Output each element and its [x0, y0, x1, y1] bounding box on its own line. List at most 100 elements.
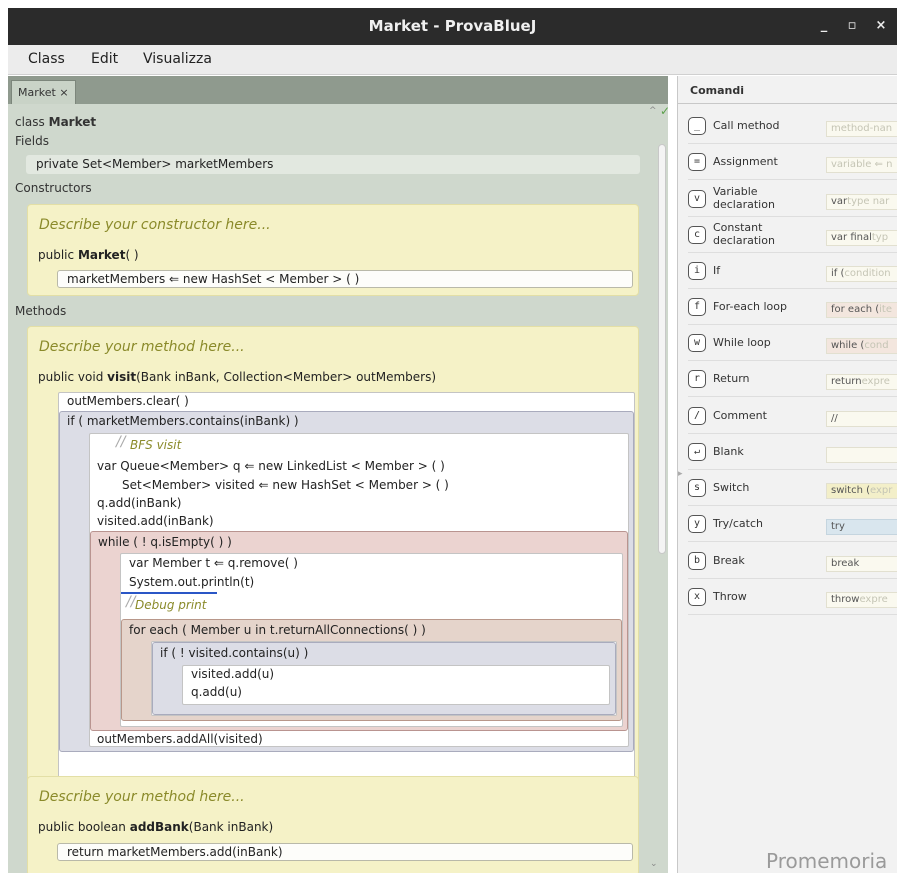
clear-statement[interactable]: outMembers.clear( )	[67, 394, 189, 408]
promemoria-label[interactable]: Promemoria	[766, 849, 887, 873]
command-row[interactable]: y Try/catch try	[688, 506, 897, 542]
inner-if-condition[interactable]: if ( ! visited.contains(u) )	[160, 646, 308, 660]
tab-label: Market	[18, 86, 56, 99]
while-body[interactable]: var Member t ⇐ q.remove( ) System.out.pr…	[120, 553, 623, 727]
foreach-block[interactable]: for each ( Member u in t.returnAllConnec…	[121, 619, 622, 721]
shortcut-key-icon: ↵	[688, 443, 706, 461]
q-add-u-statement[interactable]: q.add(u)	[191, 685, 242, 699]
addall-statement[interactable]: outMembers.addAll(visited)	[97, 732, 263, 746]
command-label: Constant declaration	[713, 221, 775, 247]
preview-keyword: //	[831, 413, 838, 424]
inner-if-body[interactable]: visited.add(u) q.add(u)	[182, 665, 610, 705]
preview-placeholder: type nar	[847, 196, 890, 207]
command-preview: throwexpre	[826, 592, 897, 608]
addbank-comment[interactable]: Describe your method here...	[39, 789, 245, 805]
visited-add-u-statement[interactable]: visited.add(u)	[191, 667, 274, 681]
constructor-body-line[interactable]: marketMembers ⇐ new HashSet < Member > (…	[57, 270, 633, 288]
command-label: Break	[713, 554, 745, 567]
tab-strip: Market ×	[8, 76, 668, 104]
preview-keyword: break	[831, 558, 860, 569]
field-declaration[interactable]: private Set<Member> marketMembers	[36, 157, 273, 171]
command-preview: while (cond	[826, 338, 897, 354]
if-condition[interactable]: if ( marketMembers.contains(inBank) )	[67, 414, 299, 428]
foreach-header[interactable]: for each ( Member u in t.returnAllConnec…	[129, 623, 426, 637]
command-row[interactable]: c Constant declaration var finaltyp	[688, 217, 897, 253]
menu-class[interactable]: Class	[28, 51, 65, 67]
shortcut-key-icon: =	[688, 153, 706, 171]
preview-placeholder: expre	[861, 376, 890, 387]
minimize-button[interactable]: _	[814, 16, 834, 36]
menu-bar: Class Edit Visualizza	[8, 45, 897, 75]
menu-visualizza[interactable]: Visualizza	[143, 51, 212, 67]
command-label: Assignment	[713, 155, 778, 168]
command-preview: switch (expr	[826, 483, 897, 499]
command-row[interactable]: / Comment //	[688, 398, 897, 434]
command-row[interactable]: _ Call method method-nan	[688, 108, 897, 144]
shortcut-key-icon: v	[688, 190, 706, 208]
debug-comment[interactable]: Debug print	[135, 598, 206, 612]
command-preview: try	[826, 519, 897, 535]
shortcut-key-icon: y	[688, 515, 706, 533]
foreach-body[interactable]: if ( ! visited.contains(u) ) visited.add…	[151, 641, 617, 716]
q-add-statement[interactable]: q.add(inBank)	[97, 496, 181, 510]
if-block[interactable]: if ( marketMembers.contains(inBank) ) //…	[59, 411, 634, 752]
window-titlebar: Market - ProvaBlueJ _ ▫ ×	[8, 8, 897, 45]
shortcut-key-icon: i	[688, 262, 706, 280]
bfs-comment[interactable]: BFS visit	[130, 438, 181, 452]
scroll-down-icon[interactable]: ⌄	[650, 859, 658, 869]
if-body[interactable]: // BFS visit var Queue<Member> q ⇐ new L…	[89, 433, 629, 747]
visit-signature[interactable]: public void visit(Bank inBank, Collectio…	[38, 370, 436, 384]
command-row[interactable]: s Switch switch (expr	[688, 470, 897, 506]
maximize-button[interactable]: ▫	[842, 16, 862, 36]
shortcut-key-icon: r	[688, 370, 706, 388]
command-label: If	[713, 264, 721, 277]
preview-keyword: var final	[831, 232, 872, 243]
field-row[interactable]: private Set<Member> marketMembers	[26, 155, 640, 174]
addbank-signature[interactable]: public boolean addBank(Bank inBank)	[38, 820, 273, 834]
scroll-up-icon[interactable]: ^	[649, 106, 657, 116]
tab-market[interactable]: Market ×	[11, 80, 76, 104]
command-row[interactable]: r Return returnexpre	[688, 361, 897, 397]
constructor-comment[interactable]: Describe your constructor here...	[39, 217, 271, 233]
command-row[interactable]: x Throw throwexpre	[688, 579, 897, 615]
tab-close-icon[interactable]: ×	[59, 86, 68, 99]
methods-header: Methods	[15, 304, 67, 318]
preview-placeholder: condition	[844, 268, 891, 279]
addbank-body-line[interactable]: return marketMembers.add(inBank)	[57, 843, 633, 861]
editor-scrollbar[interactable]	[658, 144, 666, 554]
while-condition[interactable]: while ( ! q.isEmpty( ) )	[98, 535, 232, 549]
while-block[interactable]: while ( ! q.isEmpty( ) ) var Member t ⇐ …	[90, 531, 628, 731]
code-editor[interactable]: ^ ✓ ⌄ class Market Fields private Set<Me…	[8, 104, 668, 873]
preview-keyword: return	[831, 376, 862, 387]
class-name[interactable]: Market	[49, 115, 97, 129]
command-row[interactable]: w While loop while (cond	[688, 325, 897, 361]
command-row[interactable]: ↵ Blank	[688, 434, 897, 470]
visit-comment[interactable]: Describe your method here...	[39, 339, 245, 355]
window-title: Market - ProvaBlueJ	[368, 17, 537, 35]
menu-edit[interactable]: Edit	[91, 51, 118, 67]
class-header: class Market	[15, 115, 97, 129]
command-preview: var finaltyp	[826, 230, 897, 246]
commands-panel: Comandi ▸ _ Call method method-nan = Assignm…	[677, 76, 897, 873]
command-preview: variable ⇐ n	[826, 157, 897, 173]
command-row[interactable]: b Break break	[688, 543, 897, 579]
println-statement[interactable]: System.out.println(t)	[129, 575, 254, 589]
close-button[interactable]: ×	[871, 16, 891, 36]
collapse-arrow-icon[interactable]: ▸	[678, 469, 683, 479]
method-addbank-block[interactable]: Describe your method here... public bool…	[27, 776, 639, 873]
command-row[interactable]: f For-each loop for each (ite	[688, 289, 897, 325]
set-visited-statement[interactable]: Set<Member> visited ⇐ new HashSet < Memb…	[122, 478, 449, 492]
command-row[interactable]: v Variable declaration vartype nar	[688, 181, 897, 217]
constructor-block[interactable]: Describe your constructor here... public…	[27, 204, 639, 296]
command-label: Blank	[713, 445, 744, 458]
var-t-statement[interactable]: var Member t ⇐ q.remove( )	[129, 556, 298, 570]
inner-if-block[interactable]: if ( ! visited.contains(u) ) visited.add…	[152, 642, 616, 715]
command-row[interactable]: i If if (condition	[688, 253, 897, 289]
constructor-signature[interactable]: public Market( )	[38, 248, 139, 262]
fields-header: Fields	[15, 134, 49, 148]
preview-keyword: for each (	[831, 304, 880, 315]
command-label: Try/catch	[713, 517, 763, 530]
visited-add-statement[interactable]: visited.add(inBank)	[97, 514, 214, 528]
command-row[interactable]: = Assignment variable ⇐ n	[688, 144, 897, 180]
var-q-statement[interactable]: var Queue<Member> q ⇐ new LinkedList < M…	[97, 459, 445, 473]
